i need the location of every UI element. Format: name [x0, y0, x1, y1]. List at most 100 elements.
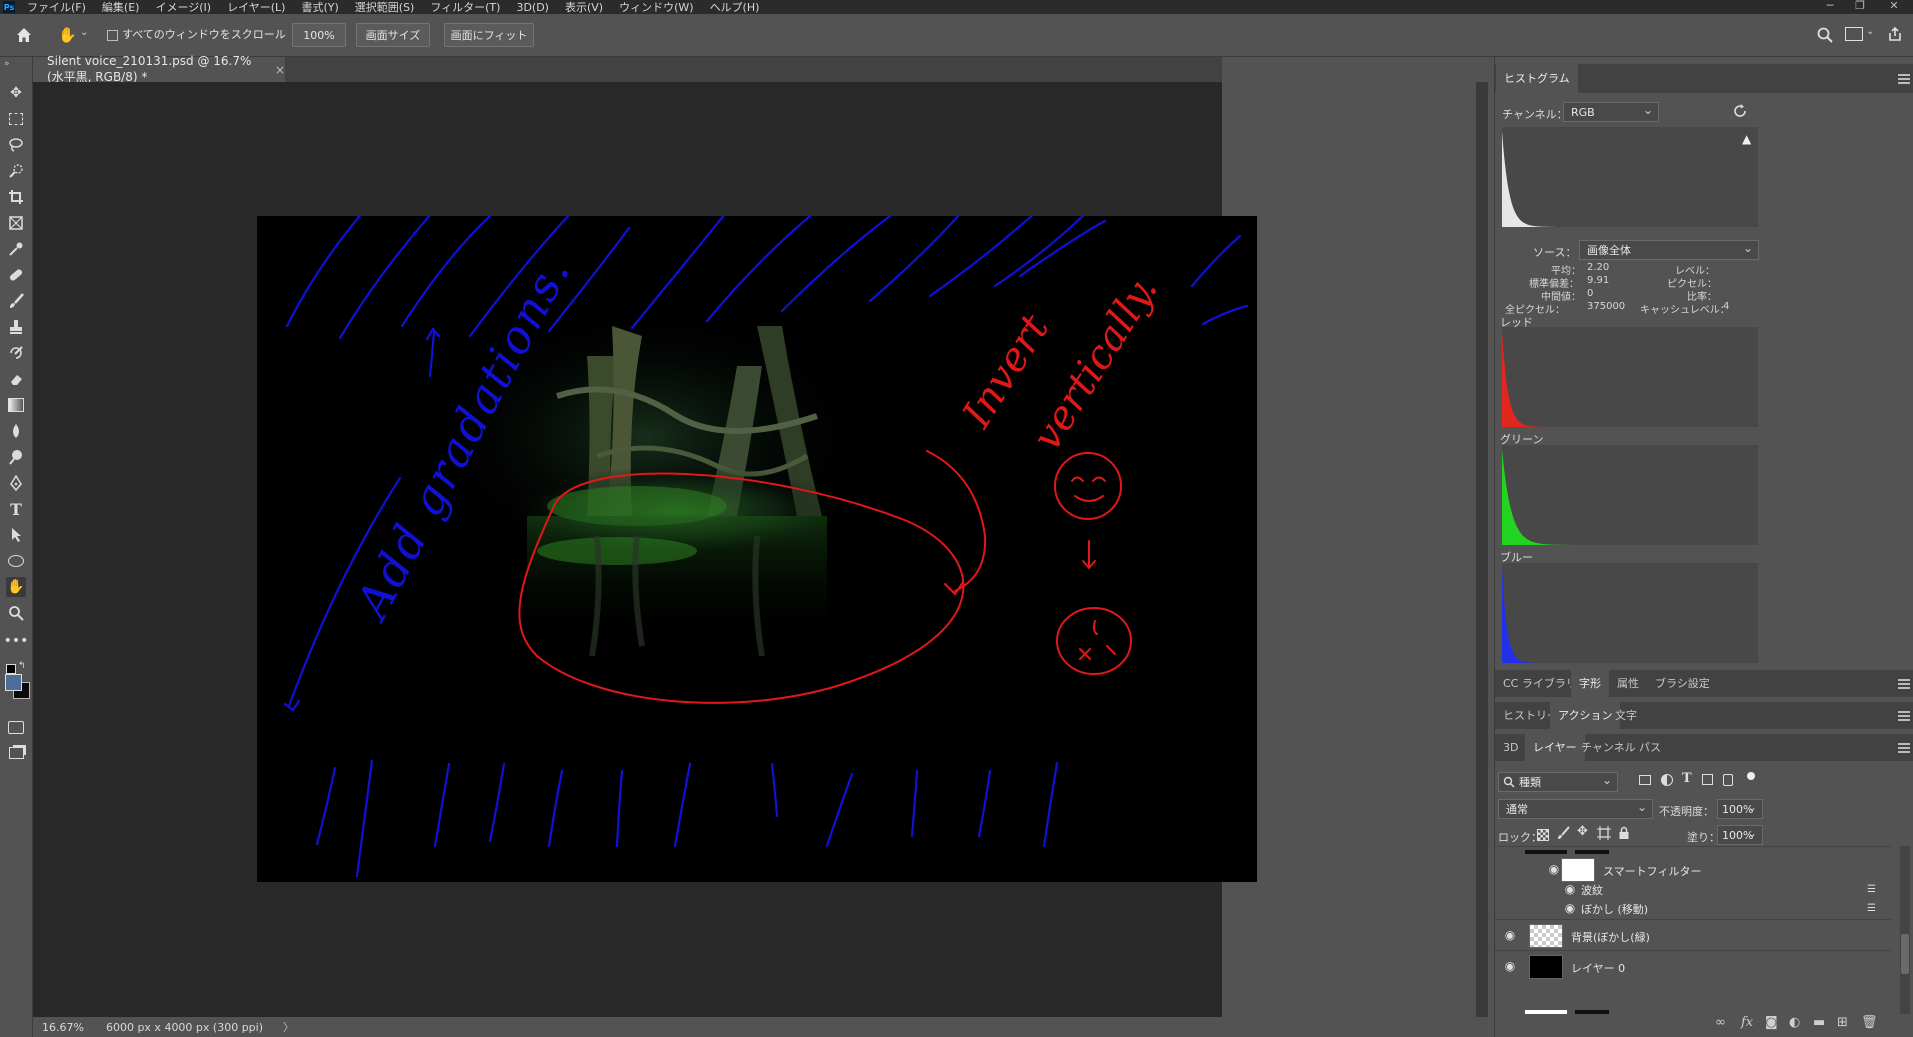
visibility-eye-icon[interactable]: ◉: [1547, 862, 1561, 876]
panel-menu-icon-row1[interactable]: [1898, 679, 1910, 689]
menu-edit[interactable]: 編集(E): [102, 0, 140, 15]
hand-tool-icon[interactable]: ✋: [6, 577, 26, 597]
zoom-value-field[interactable]: 100%: [292, 23, 346, 47]
visibility-eye-icon[interactable]: ◉: [1563, 901, 1577, 915]
zoom-level[interactable]: 16.67%: [42, 1021, 84, 1034]
filter-toggle-icon[interactable]: [1747, 772, 1755, 780]
eraser-tool-icon[interactable]: [6, 369, 26, 389]
screen-mode-icon[interactable]: [6, 743, 26, 763]
ellipse-tool-icon[interactable]: [6, 551, 26, 571]
filter-row-ripple[interactable]: ◉ 波紋 ☰: [1495, 880, 1891, 898]
filter-type-layer-icon[interactable]: T: [1682, 771, 1692, 786]
crop-tool-icon[interactable]: [6, 187, 26, 207]
filter-pixel-layer-icon[interactable]: [1639, 775, 1651, 785]
menu-view[interactable]: 表示(V): [565, 0, 603, 15]
panel-menu-icon-row3[interactable]: [1898, 743, 1910, 753]
search-icon[interactable]: [1816, 26, 1834, 44]
filter-shape-layer-icon[interactable]: [1702, 774, 1713, 785]
move-tool-icon[interactable]: ✥: [6, 83, 26, 103]
tab-3d[interactable]: 3D: [1495, 734, 1526, 761]
tab-brush-settings[interactable]: ブラシ設定: [1647, 670, 1718, 697]
filter-blend-options-icon[interactable]: ☰: [1867, 903, 1876, 914]
layer-row-layer-0[interactable]: ◉ レイヤー 0: [1495, 950, 1891, 982]
restore-button[interactable]: ❐: [1846, 0, 1874, 14]
opacity-field[interactable]: 100%: [1717, 799, 1763, 819]
menu-select[interactable]: 選択範囲(S): [355, 0, 415, 15]
dodge-tool-icon[interactable]: [6, 447, 26, 467]
more-tools-icon[interactable]: •••: [4, 631, 29, 651]
menu-file[interactable]: ファイル(F): [27, 0, 86, 15]
workspace-icon[interactable]: [1845, 27, 1863, 41]
default-colors-icon[interactable]: [6, 664, 16, 674]
menu-window[interactable]: ウィンドウ(W): [619, 0, 693, 15]
close-tab-icon[interactable]: ×: [275, 63, 285, 77]
frame-tool-icon[interactable]: [6, 213, 26, 233]
quick-select-tool-icon[interactable]: [6, 161, 26, 181]
lock-position-icon[interactable]: ✥: [1577, 824, 1588, 839]
foreground-color-swatch[interactable]: [5, 674, 22, 691]
eyedropper-tool-icon[interactable]: [6, 239, 26, 259]
filter-adjustment-layer-icon[interactable]: [1661, 774, 1673, 786]
tab-paths[interactable]: パス: [1631, 734, 1669, 761]
gradient-tool-icon[interactable]: [6, 395, 26, 415]
lock-image-icon[interactable]: [1557, 826, 1571, 840]
link-layers-icon[interactable]: ∞: [1715, 1015, 1726, 1030]
lasso-tool-icon[interactable]: [6, 135, 26, 155]
minimize-button[interactable]: ─: [1816, 0, 1844, 14]
lock-artboard-icon[interactable]: [1597, 826, 1611, 840]
healing-brush-tool-icon[interactable]: [6, 265, 26, 285]
quick-mask-icon[interactable]: [6, 717, 26, 737]
history-brush-tool-icon[interactable]: [6, 343, 26, 363]
layer-style-fx-icon[interactable]: fx: [1741, 1015, 1753, 1030]
visibility-eye-icon[interactable]: ◉: [1503, 928, 1517, 942]
status-menu-arrow[interactable]: 〉: [283, 1019, 294, 1035]
pen-tool-icon[interactable]: [6, 473, 26, 493]
blur-tool-icon[interactable]: [6, 421, 26, 441]
menu-help[interactable]: ヘルプ(H): [710, 0, 760, 15]
path-select-tool-icon[interactable]: [6, 525, 26, 545]
home-icon[interactable]: [14, 25, 34, 45]
menu-image[interactable]: イメージ(I): [155, 0, 211, 15]
hand-tool-preset-icon[interactable]: ✋: [58, 26, 77, 44]
document-tab[interactable]: Silent voice_210131.psd @ 16.7% (水平黒, RG…: [33, 54, 285, 84]
vertical-scrollbar[interactable]: [1476, 82, 1488, 1017]
tab-histogram[interactable]: ヒストグラム: [1496, 64, 1578, 93]
new-layer-icon[interactable]: ⊞: [1837, 1015, 1848, 1030]
add-mask-icon[interactable]: ◙: [1765, 1015, 1778, 1030]
source-select[interactable]: 画像全体: [1579, 240, 1759, 260]
zoom-tool-icon[interactable]: [6, 603, 26, 623]
close-window-button[interactable]: ✕: [1880, 0, 1908, 14]
histogram-panel-menu-icon[interactable]: [1898, 74, 1910, 84]
panel-menu-icon-row2[interactable]: [1898, 711, 1910, 721]
layer-thumbnail[interactable]: [1529, 924, 1563, 948]
refresh-icon[interactable]: [1732, 103, 1748, 119]
filter-row-motion-blur[interactable]: ◉ ぼかし (移動) ☰: [1495, 899, 1891, 917]
adjustment-layer-icon[interactable]: ◐: [1789, 1015, 1800, 1030]
swap-colors-icon[interactable]: ↰: [18, 661, 26, 671]
layer-thumbnail[interactable]: [1529, 955, 1563, 979]
chevron-down-icon[interactable]: ⌄: [80, 27, 88, 38]
delete-layer-icon[interactable]: 🗑: [1861, 1015, 1878, 1030]
tab-properties[interactable]: 属性: [1609, 670, 1647, 697]
menu-type[interactable]: 書式(Y): [301, 0, 338, 15]
lock-transparency-icon[interactable]: [1537, 829, 1549, 841]
brush-tool-icon[interactable]: [6, 291, 26, 311]
tab-glyphs[interactable]: 字形: [1571, 670, 1609, 697]
document-canvas[interactable]: Add gradations. Invert vertically.: [257, 216, 1257, 882]
layer-row-background-blur[interactable]: ◉ 背景(ぼかし(緑): [1495, 919, 1891, 951]
blend-mode-select[interactable]: 通常: [1498, 799, 1653, 819]
new-group-icon[interactable]: ▬: [1813, 1015, 1825, 1030]
menu-filter[interactable]: フィルター(T): [430, 0, 500, 15]
scroll-all-checkbox[interactable]: [107, 30, 118, 41]
collapse-toolbar-icon[interactable]: »: [4, 59, 10, 69]
fill-field[interactable]: 100%: [1717, 825, 1763, 845]
fit-screen-button[interactable]: 画面サイズ: [356, 23, 430, 47]
clone-stamp-tool-icon[interactable]: [6, 317, 26, 337]
layer-filter-kind-select[interactable]: 種類: [1498, 772, 1618, 792]
marquee-tool-icon[interactable]: [6, 109, 26, 129]
menu-3d[interactable]: 3D(D): [516, 1, 549, 14]
layers-scrollbar[interactable]: [1900, 846, 1910, 1014]
type-tool-icon[interactable]: T: [6, 499, 26, 519]
fill-screen-button[interactable]: 画面にフィット: [444, 23, 534, 47]
visibility-eye-icon[interactable]: ◉: [1563, 882, 1577, 896]
